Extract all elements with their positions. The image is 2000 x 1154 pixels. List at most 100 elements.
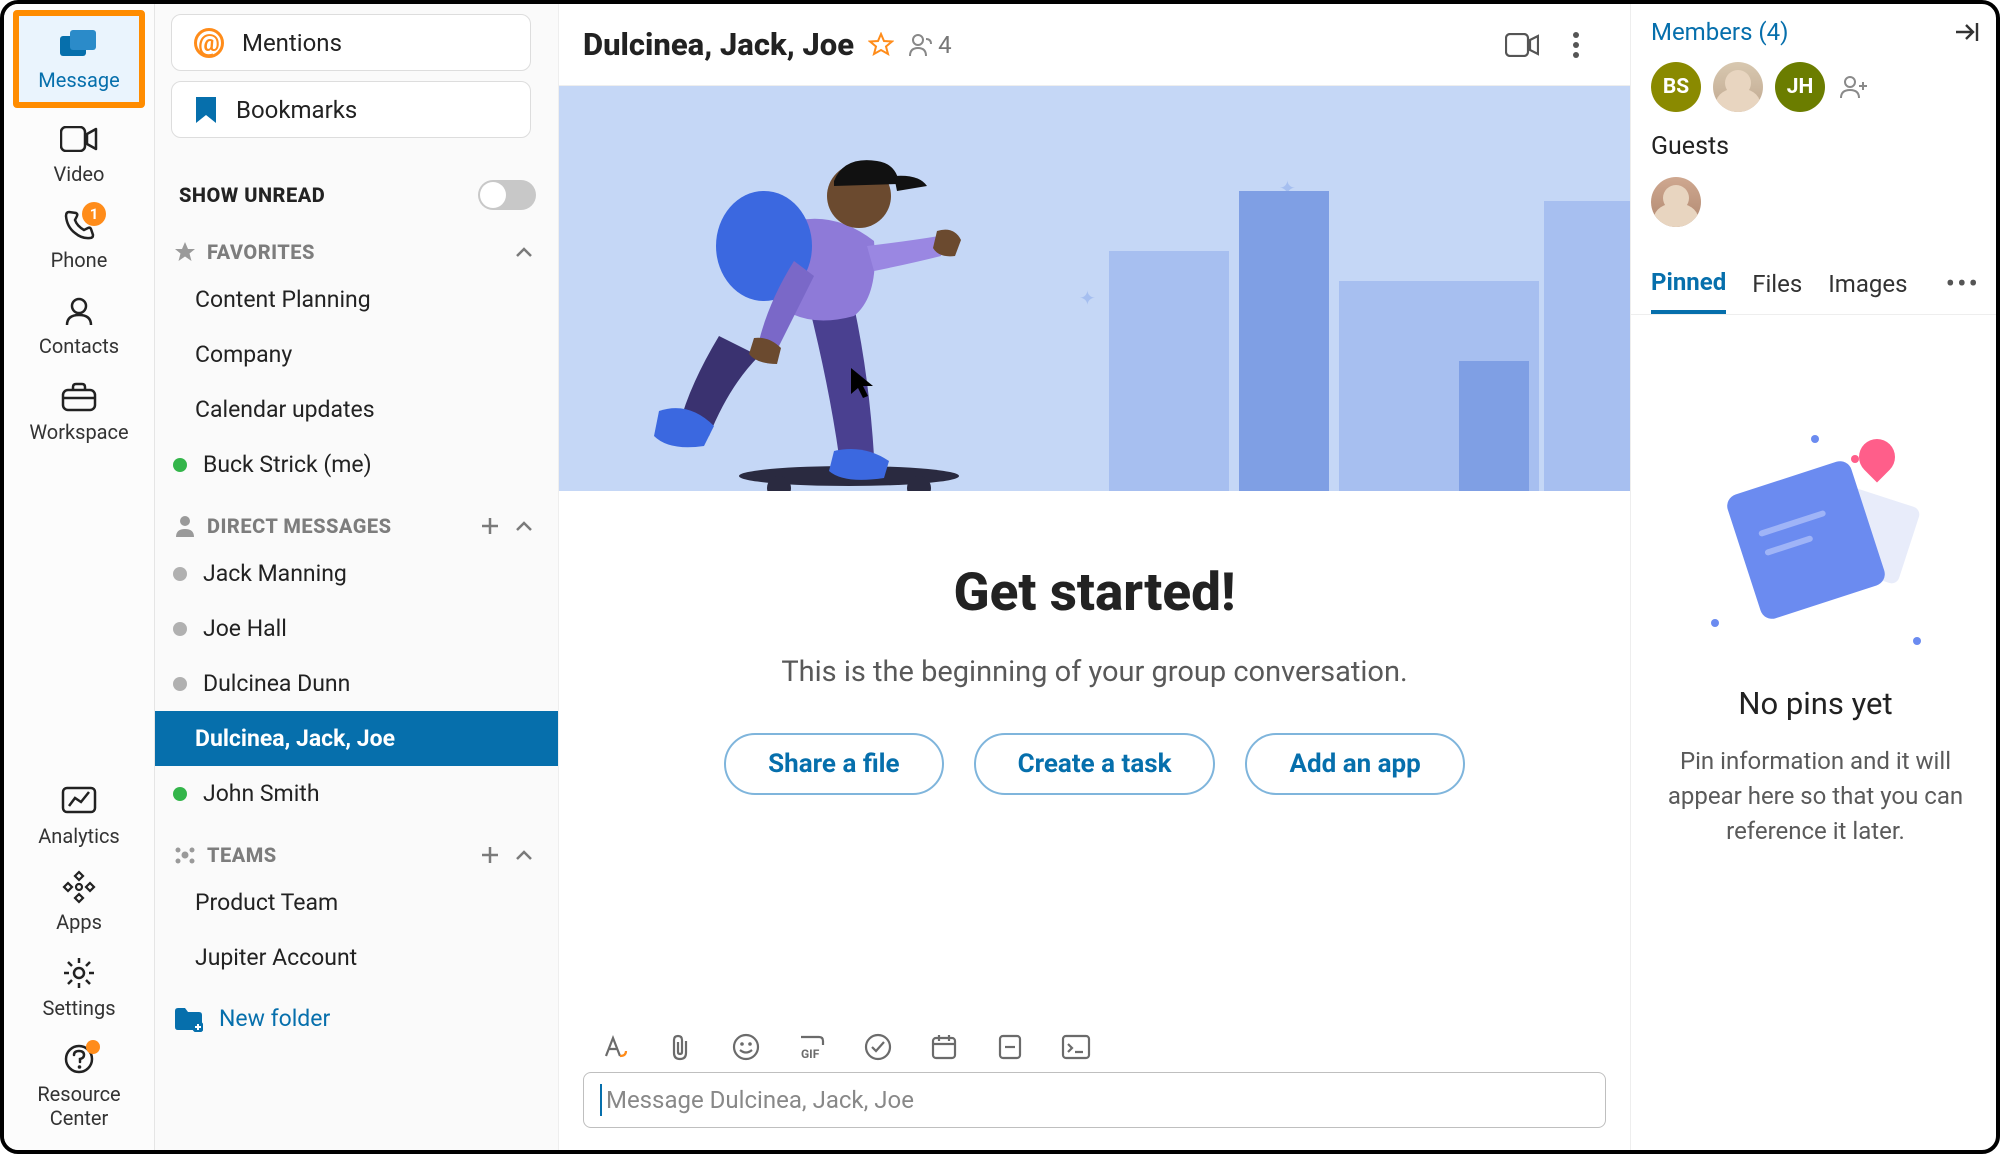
presence-online-icon [173,787,187,801]
more-menu-icon[interactable] [1556,25,1596,65]
create-task-button[interactable]: Create a task [974,733,1216,795]
presence-offline-icon [173,677,187,691]
section-favorites-header[interactable]: FAVORITES [171,218,542,272]
task-check-icon[interactable] [863,1032,893,1062]
tab-images[interactable]: Images [1828,260,1907,312]
team-icon [173,843,197,867]
start-video-icon[interactable] [1502,25,1542,65]
list-item[interactable]: Jupiter Account [155,930,558,985]
members-icon[interactable]: 4 [908,31,952,59]
nav-label: Resource Center [14,1082,144,1130]
mentions-pill[interactable]: @ Mentions [171,14,531,71]
nav-rail: Message Video 1 Phone Contacts Workspa [4,4,155,1150]
avatar[interactable] [1651,177,1701,227]
chevron-up-icon[interactable] [512,240,536,264]
member-avatars: BS JH [1651,62,1980,112]
gif-icon[interactable]: GIF [797,1032,827,1062]
show-unread-toggle[interactable] [478,180,536,210]
nav-contacts[interactable]: Contacts [14,282,144,368]
list-item[interactable]: Calendar updates [155,382,558,437]
code-icon[interactable] [1061,1032,1091,1062]
section-dm-header[interactable]: DIRECT MESSAGES [171,492,542,546]
welcome-title: Get started! [599,561,1590,623]
chevron-up-icon[interactable] [512,843,536,867]
welcome-block: Get started! This is the beginning of yo… [559,491,1630,1014]
member-count: 4 [938,31,952,59]
chevron-up-icon[interactable] [512,514,536,538]
pin-illustration [1711,435,1921,645]
presence-offline-icon [173,567,187,581]
list-item[interactable]: John Smith [155,766,558,821]
nav-label: Video [54,162,105,186]
hero-illustration: ✦ ✦ ✦ [559,86,1630,491]
tab-files[interactable]: Files [1752,260,1802,312]
section-teams-header[interactable]: TEAMS [171,821,542,875]
list-item[interactable]: Content Planning [155,272,558,327]
nav-phone[interactable]: 1 Phone [14,196,144,282]
add-icon[interactable] [478,843,502,867]
add-app-button[interactable]: Add an app [1245,733,1464,795]
nav-resource-center[interactable]: Resource Center [14,1030,144,1146]
tab-more-icon[interactable]: ••• [1946,257,1980,314]
bookmarks-label: Bookmarks [236,96,357,124]
mentions-label: Mentions [242,29,342,57]
avatar[interactable]: BS [1651,62,1701,112]
text-cursor [600,1084,602,1116]
nav-video[interactable]: Video [14,110,144,196]
video-icon [59,122,99,156]
bookmark-icon [194,95,218,125]
nav-message[interactable]: Message [13,10,145,108]
cursor-icon [849,366,875,400]
nav-settings[interactable]: Settings [14,944,144,1030]
nav-apps[interactable]: Apps [14,858,144,944]
presence-online-icon [173,458,187,472]
right-tabs: Pinned Files Images ••• [1631,257,2000,315]
add-member-icon[interactable] [1837,70,1871,104]
list-item[interactable]: Company [155,327,558,382]
new-folder-button[interactable]: New folder [155,991,558,1046]
message-input-wrapper[interactable] [583,1072,1606,1128]
note-icon[interactable] [995,1032,1025,1062]
list-item[interactable]: Buck Strick (me) [155,437,558,492]
nav-label: Settings [42,996,115,1020]
list-item[interactable]: Joe Hall [155,601,558,656]
person-icon [173,514,197,538]
nav-label: Contacts [39,334,119,358]
attach-icon[interactable] [665,1032,695,1062]
show-unread-label: SHOW UNREAD [179,183,325,207]
add-icon[interactable] [478,514,502,538]
format-icon[interactable] [599,1032,629,1062]
share-file-button[interactable]: Share a file [724,733,943,795]
avatar[interactable] [1713,62,1763,112]
favorite-star-icon[interactable] [868,32,894,58]
members-link[interactable]: Members (4) [1651,18,1788,46]
calendar-icon[interactable] [929,1032,959,1062]
bookmarks-pill[interactable]: Bookmarks [171,81,531,138]
collapse-panel-icon[interactable] [1952,20,1980,44]
conversation-title: Dulcinea, Jack, Joe [583,26,854,63]
at-icon: @ [194,28,224,58]
avatar[interactable]: JH [1775,62,1825,112]
emoji-icon[interactable] [731,1032,761,1062]
list-item-selected[interactable]: Dulcinea, Jack, Joe [155,711,558,766]
welcome-subtitle: This is the beginning of your group conv… [599,655,1590,689]
nav-label: Message [38,68,119,92]
composer: GIF [559,1014,1630,1150]
svg-text:GIF: GIF [801,1047,820,1061]
list-item[interactable]: Product Team [155,875,558,930]
nav-analytics[interactable]: Analytics [14,772,144,858]
nav-workspace[interactable]: Workspace [14,368,144,454]
list-item[interactable]: Dulcinea Dunn [155,656,558,711]
pushpin-icon [1851,432,1902,483]
nav-label: Workspace [29,420,128,444]
skateboarder-illustration [629,106,1049,491]
gear-icon [59,956,99,990]
right-panel: Members (4) BS JH Guests Pinned Files Im… [1631,4,1996,1150]
message-input[interactable] [606,1086,1589,1114]
empty-body: Pin information and it will appear here … [1651,744,1980,848]
list-item[interactable]: Jack Manning [155,546,558,601]
main-pane: Dulcinea, Jack, Joe 4 ✦ ✦ ✦ [559,4,1631,1150]
contacts-icon [59,294,99,328]
tab-pinned[interactable]: Pinned [1651,258,1726,314]
new-folder-label: New folder [219,1005,330,1032]
